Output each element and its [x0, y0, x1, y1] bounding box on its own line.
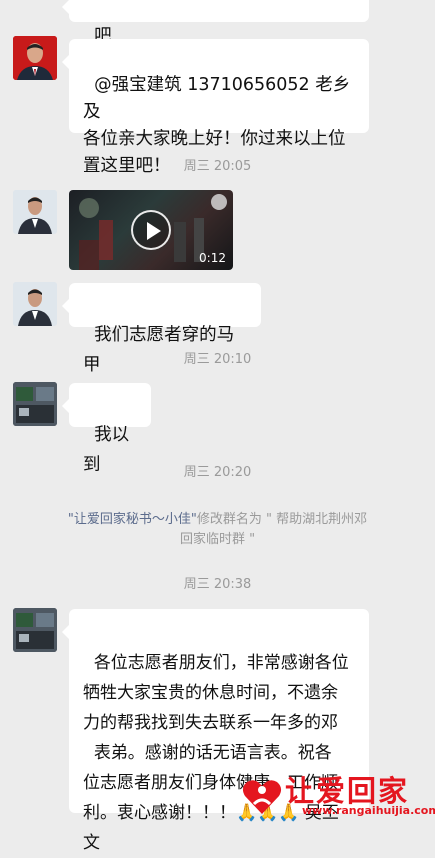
timestamp: 周三 20:38: [183, 577, 252, 592]
avatar-sender-red[interactable]: [13, 36, 57, 80]
video-duration: 0:12: [199, 251, 226, 265]
message-bubble-partial[interactable]: 吧: [62, 0, 369, 46]
system-notice-text: 修改群名为 " 帮助湖北荆州邓: [196, 512, 368, 527]
message-text: 各位志愿者朋友们，非常感谢各位 牺牲大家宝贵的休息时间，不遗余 力的帮我找到失去…: [83, 653, 349, 853]
avatar-sender-suit[interactable]: [13, 190, 57, 234]
timestamp: 周三 20:10: [183, 352, 252, 367]
system-notice: "让爱回家秘书～小佳"修改群名为 " 帮助湖北荆州邓 回家临时群 ": [30, 510, 405, 550]
play-icon[interactable]: [131, 210, 171, 250]
person-photo-icon: [13, 190, 57, 234]
timestamp: 周三 20:05: [183, 159, 252, 174]
room-photo-icon: [13, 608, 57, 652]
message-bubble-arrived[interactable]: 我以到: [62, 383, 151, 475]
system-notice-name[interactable]: "让爱回家秘书～小佳": [68, 512, 197, 527]
timestamp: 周三 20:20: [183, 465, 252, 480]
video-message[interactable]: 0:12: [69, 190, 233, 270]
avatar-sender-room[interactable]: [13, 608, 57, 652]
room-photo-icon: [13, 382, 57, 426]
watermark-logo: 让爱回家 www.rangaihuijia.com: [240, 772, 435, 820]
heart-logo-icon: [242, 780, 282, 814]
system-notice-text-2: 回家临时群 ": [179, 532, 256, 547]
message-bubble-vest[interactable]: 我们志愿者穿的马甲: [62, 283, 261, 375]
avatar-sender-room[interactable]: [13, 382, 57, 426]
watermark-url: www.rangaihuijia.com: [302, 804, 435, 817]
person-photo-icon: [13, 36, 57, 80]
person-photo-icon: [13, 282, 57, 326]
message-bubble-greeting[interactable]: @强宝建筑 13710656052 老乡及 各位亲大家晚上好！你过来以上位 置这…: [62, 39, 369, 176]
avatar-sender-suit[interactable]: [13, 282, 57, 326]
